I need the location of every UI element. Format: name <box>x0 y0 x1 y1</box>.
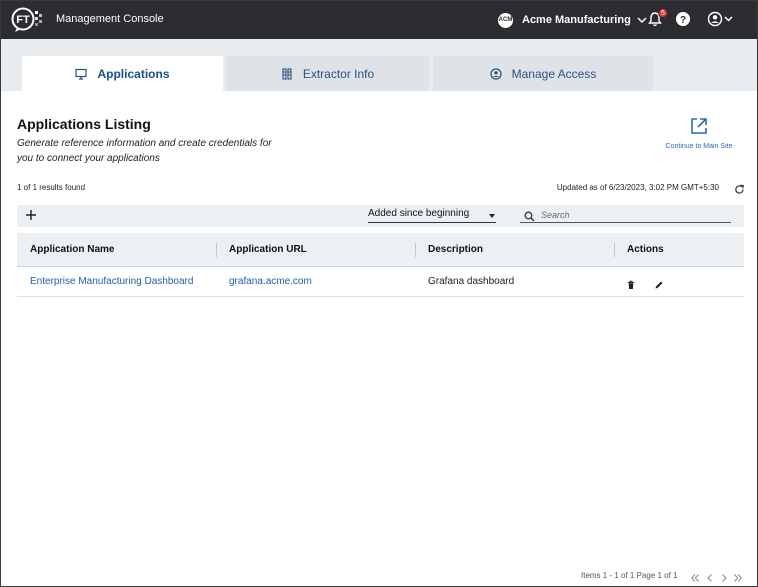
results-count: 1 of 1 results found <box>17 183 86 192</box>
continue-to-main-site-label: Continue to Main Site <box>665 143 733 150</box>
svg-text:?: ? <box>680 15 686 26</box>
tab-manage-access[interactable]: Manage Access <box>433 56 653 91</box>
column-divider <box>415 243 416 257</box>
table-toolbar: Added since beginning <box>17 205 744 227</box>
trash-icon <box>628 280 634 289</box>
chevron-left-icon <box>707 574 712 582</box>
table-header: Application Name Application URL Descrip… <box>17 233 744 267</box>
previous-page-button[interactable] <box>705 570 715 582</box>
tab-manage-access-label: Manage Access <box>511 66 597 81</box>
refresh-button[interactable] <box>734 182 745 194</box>
company-icon: ACM <box>498 12 513 28</box>
next-page-button[interactable] <box>719 570 729 582</box>
caret-down-icon <box>489 214 495 218</box>
tab-applications[interactable]: Applications <box>22 56 223 91</box>
application-description: Grafana dashboard <box>428 276 515 287</box>
applications-table: Application Name Application URL Descrip… <box>17 233 744 297</box>
column-header-actions: Actions <box>627 244 664 255</box>
monitor-icon <box>75 68 88 80</box>
column-header-application-name[interactable]: Application Name <box>30 233 114 267</box>
chevron-right-icon <box>722 574 727 582</box>
refresh-icon <box>735 184 744 194</box>
user-circle-icon <box>490 67 502 80</box>
continue-to-main-site-link[interactable]: Continue to Main Site <box>661 116 737 150</box>
company-switcher[interactable]: ACM Acme Manufacturing <box>498 10 647 30</box>
pagination-summary: Items 1 - 1 of 1 Page 1 of 1 <box>581 571 678 580</box>
add-application-button[interactable] <box>24 208 38 222</box>
company-name: Acme Manufacturing <box>522 14 631 26</box>
chevron-down-icon <box>637 11 647 29</box>
column-header-application-url[interactable]: Application URL <box>229 233 307 267</box>
server-icon <box>282 67 292 80</box>
search-icon <box>524 211 535 222</box>
delete-button[interactable] <box>626 277 636 289</box>
tab-applications-label: Applications <box>97 66 170 81</box>
table-row: Enterprise Manufacturing Dashboard grafa… <box>17 267 744 297</box>
ft-logo[interactable]: FT <box>11 7 47 33</box>
date-filter-value: Added since beginning <box>368 208 470 219</box>
plus-icon <box>26 210 36 220</box>
user-menu-button[interactable] <box>707 11 735 27</box>
app-title: Management Console <box>56 13 164 25</box>
double-chevron-left-icon <box>691 574 699 582</box>
search-box <box>520 208 731 223</box>
pencil-icon <box>655 281 663 289</box>
column-divider <box>216 243 217 257</box>
page-title: Applications Listing <box>17 116 151 132</box>
tab-extractor-info-label: Extractor Info <box>302 66 375 81</box>
edit-button[interactable] <box>654 277 664 289</box>
notification-count-badge: 5 <box>658 8 668 18</box>
help-button[interactable]: ? <box>675 11 691 27</box>
column-header-description[interactable]: Description <box>428 233 483 267</box>
user-icon <box>707 11 723 27</box>
svg-text:FT: FT <box>16 14 30 26</box>
last-page-button[interactable] <box>733 570 743 582</box>
date-filter-select[interactable]: Added since beginning <box>368 208 496 223</box>
application-url-link[interactable]: grafana.acme.com <box>229 267 312 297</box>
double-chevron-right-icon <box>734 574 742 582</box>
page-description: Generate reference information and creat… <box>17 138 272 164</box>
external-link-icon <box>691 118 707 134</box>
top-bar: FT Management Console ACM Acme Manufactu… <box>1 1 757 39</box>
updated-timestamp: Updated as of 6/23/2023, 3:02 PM GMT+5:3… <box>556 183 719 192</box>
first-page-button[interactable] <box>690 570 700 582</box>
app-window: FT Management Console ACM Acme Manufactu… <box>0 0 758 587</box>
search-input[interactable] <box>541 208 726 222</box>
tab-extractor-info[interactable]: Extractor Info <box>226 56 429 91</box>
application-name-link[interactable]: Enterprise Manufacturing Dashboard <box>30 267 193 297</box>
column-divider <box>614 243 615 257</box>
help-icon: ? <box>676 12 690 26</box>
